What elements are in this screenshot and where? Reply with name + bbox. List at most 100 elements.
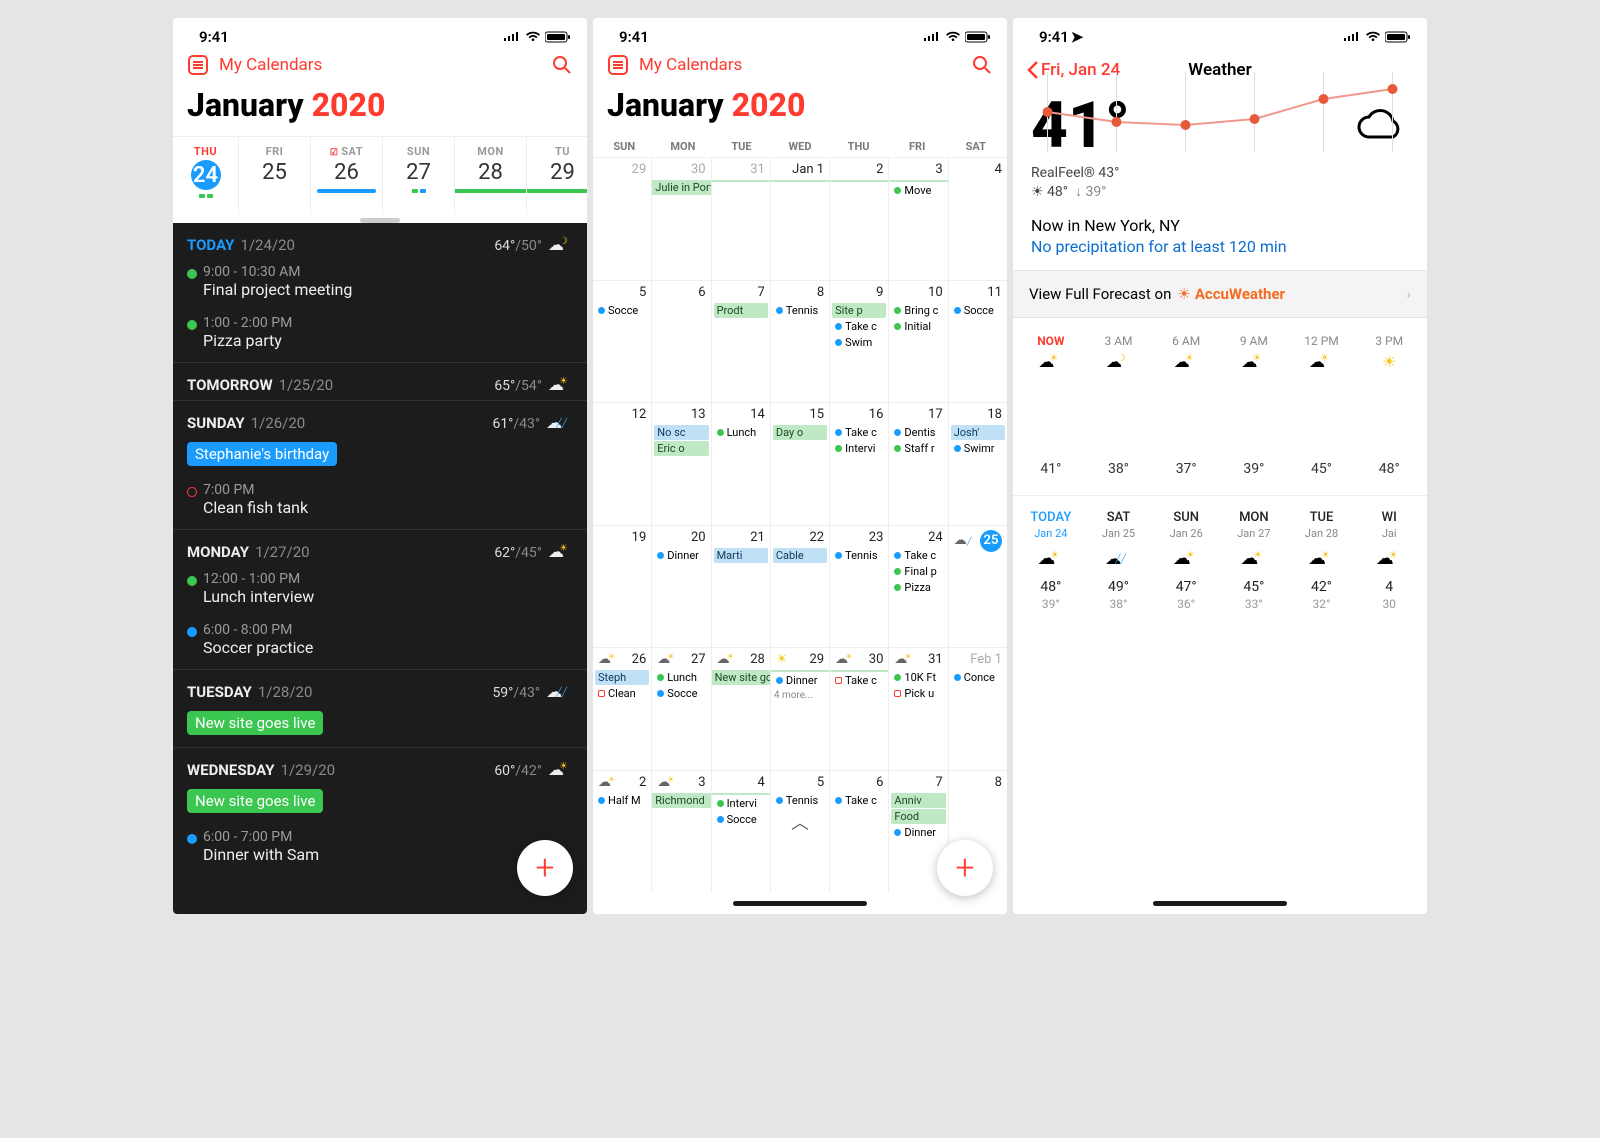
agenda-event[interactable]: 7:00 PMClean fish tank — [173, 478, 587, 529]
day-strip[interactable]: THU24FRI25☑ SAT26SUN27MON28TU29 — [173, 136, 587, 214]
month-cell[interactable]: ☁☀26StephClean — [593, 647, 651, 770]
month-cell[interactable]: 19 — [593, 525, 651, 648]
month-event[interactable]: Bring c — [891, 303, 945, 318]
month-event[interactable]: Day o — [773, 425, 827, 440]
month-cell[interactable]: ☁☀3110K FtPick u — [888, 647, 947, 770]
day-strip-cell[interactable]: ☑ SAT26 — [311, 137, 383, 214]
home-indicator[interactable] — [733, 901, 867, 906]
month-cell[interactable]: ☁☀3Richmond — [651, 770, 710, 893]
month-event[interactable] — [771, 670, 829, 672]
month-event[interactable]: Staff r — [891, 441, 945, 456]
month-grid[interactable]: 2930Julie in Portland31Jan 123Move 45Soc… — [593, 157, 1007, 892]
month-event[interactable]: Lunch — [654, 670, 708, 685]
month-event[interactable]: Intervi — [832, 441, 886, 456]
month-cell[interactable]: ☁╱25 — [948, 525, 1007, 648]
hourly-forecast[interactable]: NOW☁☀41°3 AM☁☽38°6 AM☁☀37°9 AM☁☀39°12 PM… — [1013, 318, 1427, 496]
month-cell[interactable]: 18Josh'Swimr — [948, 402, 1007, 525]
month-event[interactable]: Lunch — [714, 425, 768, 440]
my-calendars-link[interactable]: My Calendars — [639, 55, 742, 75]
month-event[interactable]: Socce — [654, 686, 708, 701]
month-cell[interactable]: 31 — [711, 157, 770, 280]
month-event[interactable]: Steph — [595, 670, 649, 685]
month-event[interactable] — [889, 180, 947, 182]
month-event[interactable] — [771, 180, 829, 182]
month-event[interactable]: No sc — [654, 425, 708, 440]
agenda-event[interactable]: 1:00 - 2:00 PMPizza party — [173, 311, 587, 362]
menu-icon[interactable] — [607, 54, 629, 76]
month-event[interactable]: Swim — [832, 335, 886, 350]
month-cell[interactable]: ☁☀28New site goes live — [711, 647, 770, 770]
day-strip-cell[interactable]: MON28 — [455, 137, 527, 214]
month-cell[interactable]: 16Take cIntervi — [829, 402, 888, 525]
month-event[interactable]: Take c — [832, 793, 886, 808]
month-event[interactable]: Food — [891, 809, 945, 824]
month-cell[interactable]: 30Julie in Portland — [651, 157, 710, 280]
month-cell[interactable]: 8Tennis — [770, 280, 829, 403]
month-event[interactable]: Take c — [832, 673, 886, 688]
month-event[interactable] — [830, 670, 888, 672]
month-event[interactable]: Intervi — [714, 796, 768, 811]
month-event[interactable]: 10K Ft — [891, 670, 945, 685]
month-cell[interactable]: ☁☀27LunchSocce — [651, 647, 710, 770]
month-event[interactable]: Pizza — [891, 580, 945, 595]
month-cell[interactable]: 3Move — [888, 157, 947, 280]
daily-forecast[interactable]: TODAYJan 24☁☀48°39°SATJan 25☁╱╱49°38°SUN… — [1013, 496, 1427, 625]
home-indicator[interactable] — [1153, 901, 1287, 906]
month-event[interactable]: Eric o — [654, 441, 708, 456]
full-forecast-link[interactable]: View Full Forecast on ☀ AccuWeather › — [1013, 270, 1427, 318]
month-cell[interactable]: 13No scEric o — [651, 402, 710, 525]
agenda-event[interactable]: New site goes live — [173, 707, 587, 747]
month-cell[interactable]: ☁☀30Take c — [829, 647, 888, 770]
month-cell[interactable]: 10Bring cInitial — [888, 280, 947, 403]
month-cell[interactable]: 21Marti — [711, 525, 770, 648]
month-event[interactable]: Dentis — [891, 425, 945, 440]
month-cell[interactable]: 5Tennis︿ — [770, 770, 829, 893]
month-event[interactable]: Pick u — [891, 686, 945, 701]
add-event-button[interactable]: + — [937, 840, 993, 896]
agenda-event[interactable]: 12:00 - 1:00 PMLunch interview — [173, 567, 587, 618]
agenda-event[interactable]: 6:00 - 8:00 PMSoccer practice — [173, 618, 587, 669]
day-strip-cell[interactable]: THU24 — [173, 137, 239, 214]
menu-icon[interactable] — [187, 54, 209, 76]
month-event[interactable]: Socce — [714, 812, 768, 827]
month-event[interactable]: Anniv — [891, 793, 945, 808]
month-event[interactable] — [830, 180, 888, 182]
month-event[interactable] — [712, 180, 770, 182]
month-cell[interactable]: Jan 1 — [770, 157, 829, 280]
month-event[interactable] — [712, 793, 770, 795]
month-cell[interactable]: 4InterviSocce — [711, 770, 770, 893]
month-cell[interactable]: 5Socce — [593, 280, 651, 403]
day-strip-cell[interactable]: TU29 — [527, 137, 587, 214]
precipitation-text[interactable]: No precipitation for at least 120 min — [1031, 235, 1409, 256]
month-cell[interactable]: 23Tennis — [829, 525, 888, 648]
month-cell[interactable]: 15Day o — [770, 402, 829, 525]
agenda-list[interactable]: TODAY1/24/2064°/50°☁☽9:00 - 10:30 AMFina… — [173, 223, 587, 914]
month-event[interactable]: Socce — [595, 303, 649, 318]
month-event[interactable]: Take c — [832, 425, 886, 440]
month-event[interactable]: Conce — [951, 670, 1005, 685]
month-cell[interactable]: 9Site pTake cSwim — [829, 280, 888, 403]
month-event[interactable]: Site p — [832, 303, 886, 318]
month-event[interactable]: Richmond — [652, 793, 710, 808]
chevron-up-icon[interactable]: ︿ — [771, 809, 829, 835]
my-calendars-link[interactable]: My Calendars — [219, 55, 322, 75]
month-event[interactable]: Dinner — [891, 825, 945, 840]
month-cell[interactable]: Feb 1Conce — [948, 647, 1007, 770]
month-cell[interactable]: 11Socce — [948, 280, 1007, 403]
month-event[interactable]: Take c — [832, 319, 886, 334]
month-cell[interactable]: 20Dinner — [651, 525, 710, 648]
search-icon[interactable] — [971, 54, 993, 76]
more-events-link[interactable]: 4 more... — [771, 689, 829, 702]
month-cell[interactable]: 14Lunch — [711, 402, 770, 525]
month-event[interactable]: Tennis — [773, 303, 827, 318]
agenda-event[interactable]: New site goes live — [173, 785, 587, 825]
month-cell[interactable]: 22Cable — [770, 525, 829, 648]
agenda-event[interactable]: Stephanie's birthday — [173, 438, 587, 478]
month-cell[interactable]: 6Take c — [829, 770, 888, 893]
month-cell[interactable]: 29 — [593, 157, 651, 280]
month-event[interactable]: Initial — [891, 319, 945, 334]
day-strip-cell[interactable]: FRI25 — [239, 137, 311, 214]
month-event[interactable]: Final p — [891, 564, 945, 579]
month-event[interactable]: Julie in Portland — [652, 180, 710, 195]
month-event[interactable]: Half M — [595, 793, 649, 808]
